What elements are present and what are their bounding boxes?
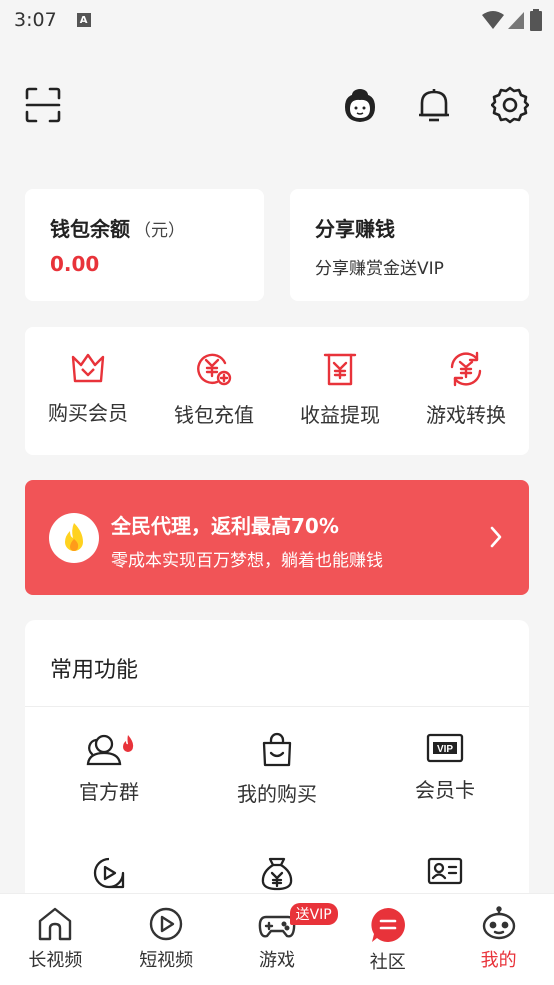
tab-short-video[interactable]: 短视频 [111, 894, 222, 985]
flame-badge [49, 513, 99, 563]
wallet-balance-card[interactable]: 钱包余额 （元） 0.00 [25, 189, 264, 301]
tab-label: 我的 [480, 950, 517, 971]
top-toolbar [0, 82, 554, 128]
game-exchange-button[interactable]: 游戏转换 [403, 327, 529, 455]
wallet-recharge-button[interactable]: 钱包充值 [151, 327, 277, 455]
video-feature-button[interactable] [25, 856, 193, 890]
exchange-icon [450, 351, 482, 387]
scan-icon[interactable] [20, 82, 66, 128]
settings-icon[interactable] [487, 82, 533, 128]
wifi-icon [482, 11, 504, 29]
share-subtitle: 分享赚赏金送VIP [315, 259, 444, 279]
tab-label: 长视频 [28, 950, 83, 971]
my-purchases-label: 我的购买 [237, 782, 317, 806]
status-indicators [482, 9, 542, 31]
tab-mine[interactable]: 我的 [443, 894, 554, 985]
money-bag-feature-button[interactable] [193, 856, 361, 892]
bottom-tab-bar: 长视频 短视频 送VIP 游戏 社区 我的 [0, 893, 554, 985]
section-title: 常用功能 [50, 658, 139, 683]
tab-label: 社区 [369, 952, 406, 973]
svg-text:VIP: VIP [437, 744, 453, 755]
customer-service-icon[interactable] [337, 82, 383, 128]
status-bar: 3:07 A [0, 0, 554, 40]
tab-long-video[interactable]: 长视频 [0, 894, 111, 985]
my-purchases-button[interactable]: 我的购买 [193, 732, 361, 807]
wallet-unit: （元） [134, 221, 185, 241]
signal-icon [508, 12, 524, 29]
battery-icon [530, 9, 542, 31]
bell-icon[interactable] [411, 82, 457, 128]
official-group-button[interactable]: 官方群 [25, 732, 193, 805]
withdraw-icon [323, 353, 357, 386]
vip-card-icon: VIP [426, 733, 464, 763]
robot-icon [482, 906, 515, 940]
withdraw-label: 收益提现 [300, 403, 380, 427]
exchange-label: 游戏转换 [426, 403, 506, 427]
official-group-label: 官方群 [79, 780, 139, 804]
banner-subtitle: 零成本实现百万梦想，躺着也能赚钱 [111, 551, 383, 571]
tab-community[interactable]: 社区 [332, 894, 443, 985]
recharge-label: 钱包充值 [174, 403, 254, 427]
wallet-value: 0.00 [50, 252, 100, 276]
yuan-add-icon [197, 353, 232, 386]
status-time: 3:07 [14, 9, 57, 31]
buy-vip-label: 购买会员 [48, 401, 128, 425]
crown-icon [71, 353, 105, 383]
community-icon [371, 908, 405, 942]
quick-actions: 购买会员 钱包充值 收益提现 游戏转换 [25, 327, 529, 455]
flame-icon [65, 523, 83, 551]
send-vip-badge: 送VIP [289, 903, 338, 925]
group-fire-icon [86, 734, 134, 766]
id-card-icon [427, 857, 463, 885]
agent-promo-banner[interactable]: 全民代理，返利最高70% 零成本实现百万梦想，躺着也能赚钱 [25, 480, 529, 595]
divider [25, 706, 529, 707]
share-earn-card[interactable]: 分享赚钱 分享赚赏金送VIP [290, 189, 529, 301]
chevron-right-icon [490, 526, 502, 548]
vip-card-button[interactable]: VIP 会员卡 [361, 732, 529, 803]
common-features-section: 常用功能 官方群 我的购买 VIP 会员卡 [25, 620, 529, 920]
video-play-icon [93, 857, 125, 889]
notification-icon: A [76, 13, 91, 27]
tab-label: 游戏 [258, 950, 295, 971]
banner-title: 全民代理，返利最高70% [111, 514, 339, 538]
money-bag-icon [261, 857, 293, 891]
wallet-title-text: 钱包余额 [50, 217, 130, 241]
wallet-title: 钱包余额 （元） [50, 213, 264, 242]
id-card-feature-button[interactable] [361, 856, 529, 886]
share-title: 分享赚钱 [315, 217, 395, 241]
buy-vip-button[interactable]: 购买会员 [25, 327, 151, 455]
tab-label: 短视频 [139, 950, 194, 971]
play-icon [149, 907, 183, 941]
shopping-bag-icon [262, 732, 292, 767]
tab-games[interactable]: 送VIP 游戏 [222, 894, 338, 985]
withdraw-button[interactable]: 收益提现 [277, 327, 403, 455]
vip-card-label: 会员卡 [415, 778, 475, 802]
home-icon [39, 907, 72, 941]
